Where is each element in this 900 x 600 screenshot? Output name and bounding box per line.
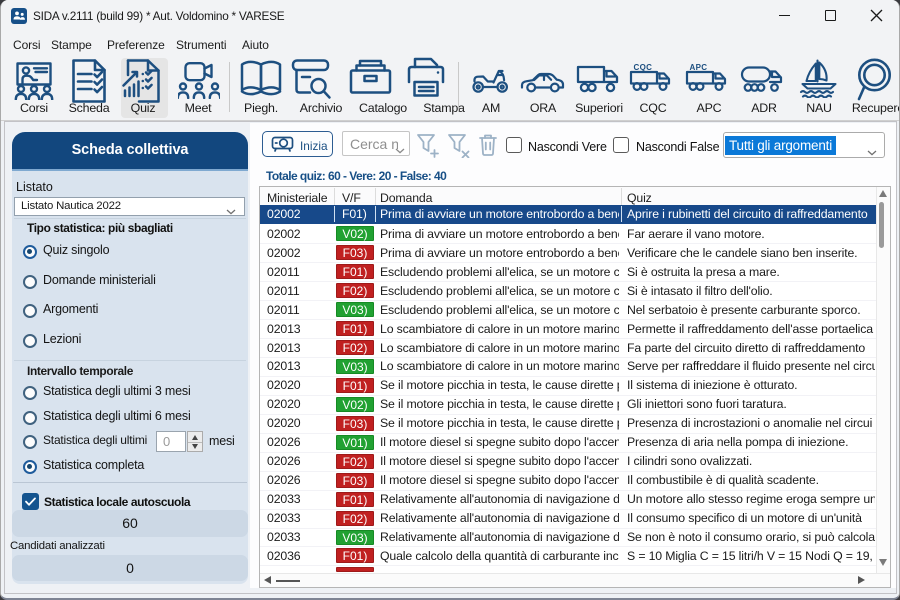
svg-text:APC: APC <box>690 63 708 72</box>
svg-text:CQC: CQC <box>634 63 653 72</box>
